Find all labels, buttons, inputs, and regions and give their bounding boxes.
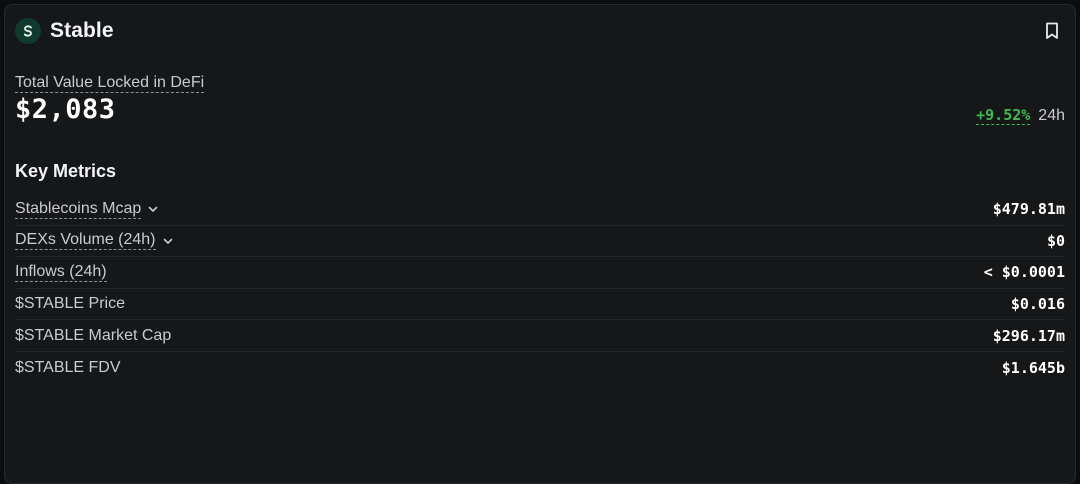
metric-label-group: $STABLE Market Cap — [15, 327, 171, 345]
metric-row-dexs-volume[interactable]: DEXs Volume (24h) $0 — [15, 226, 1065, 258]
metric-label[interactable]: DEXs Volume (24h) — [15, 231, 156, 251]
protocol-panel: Stable Total Value Locked in DeFi $2,083… — [4, 4, 1076, 484]
metric-label[interactable]: Inflows (24h) — [15, 263, 107, 282]
tvl-change-percent[interactable]: +9.52% — [976, 107, 1031, 125]
metric-label: $STABLE Market Cap — [15, 326, 172, 344]
metric-value: $479.81m — [992, 200, 1065, 219]
tvl-change-period: 24h — [1038, 107, 1065, 124]
chevron-down-icon[interactable] — [162, 235, 174, 247]
stable-logo-icon — [15, 18, 41, 44]
metric-value: $0 — [1046, 231, 1065, 250]
metric-value: $0.016 — [1010, 295, 1065, 314]
chevron-down-icon[interactable] — [147, 203, 159, 215]
metric-value: $1.645b — [1001, 358, 1065, 377]
tvl-change: +9.52% 24h — [976, 107, 1065, 125]
metric-label-group: $STABLE FDV — [15, 359, 121, 377]
key-metrics-list: Stablecoins Mcap $479.81m DEXs Volume (2… — [15, 194, 1065, 384]
tvl-label[interactable]: Total Value Locked in DeFi — [15, 74, 205, 93]
tvl-value: $2,083 — [15, 94, 116, 125]
metric-value: < $0.0001 — [983, 263, 1065, 282]
metric-value: $296.17m — [992, 326, 1065, 345]
metric-label: $STABLE FDV — [15, 358, 121, 376]
metric-label-group: Stablecoins Mcap — [15, 200, 159, 219]
metric-row-stablecoins-mcap[interactable]: Stablecoins Mcap $479.81m — [15, 194, 1065, 226]
metric-label-group: DEXs Volume (24h) — [15, 231, 174, 251]
metric-row-inflows: Inflows (24h) < $0.0001 — [15, 257, 1065, 289]
bookmark-icon[interactable] — [1043, 21, 1061, 41]
panel-header: Stable — [15, 18, 1065, 48]
metric-row-stable-price: $STABLE Price $0.016 — [15, 289, 1065, 321]
metric-row-stable-fdv: $STABLE FDV $1.645b — [15, 352, 1065, 384]
key-metrics-title: Key Metrics — [15, 161, 117, 181]
metric-label[interactable]: Stablecoins Mcap — [15, 200, 142, 219]
protocol-name: Stable — [50, 19, 114, 42]
metric-label: $STABLE Price — [15, 295, 125, 313]
metric-label-group: Inflows (24h) — [15, 263, 107, 282]
metric-label-group: $STABLE Price — [15, 295, 125, 313]
metric-row-stable-market-cap: $STABLE Market Cap $296.17m — [15, 320, 1065, 352]
